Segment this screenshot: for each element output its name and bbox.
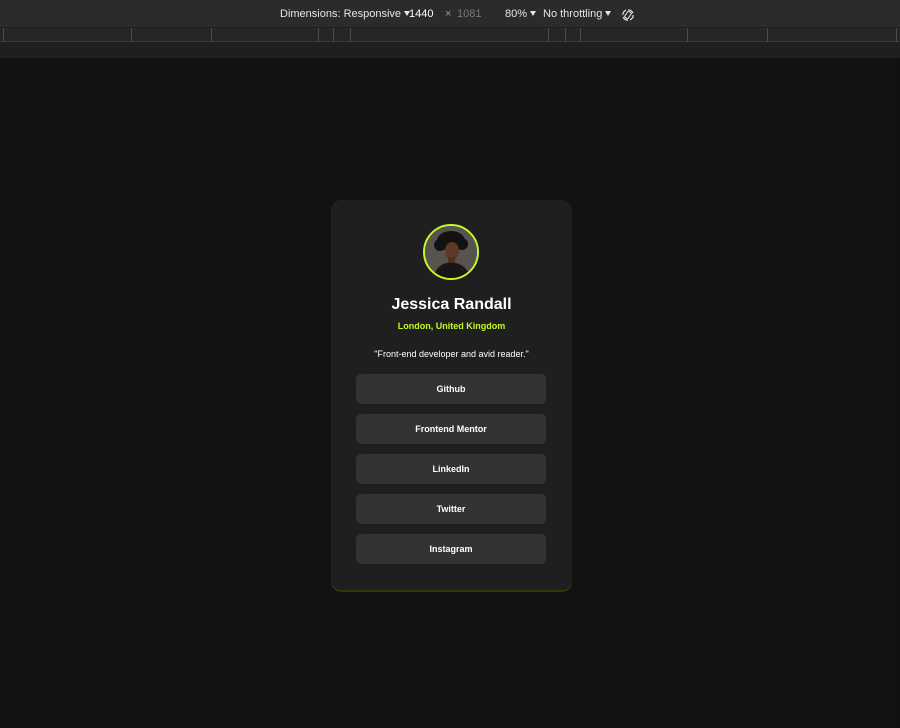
rotate-icon[interactable] (621, 8, 635, 22)
link-twitter-button[interactable]: Twitter (356, 494, 546, 524)
device-viewport: Jessica Randall London, United Kingdom "… (2, 58, 896, 728)
throttling-dropdown[interactable]: No throttling (543, 8, 612, 20)
ruler-segment[interactable] (3, 28, 4, 42)
ruler-segment[interactable] (687, 28, 688, 42)
avatar-portrait-image (425, 226, 477, 278)
ruler-segment[interactable] (350, 28, 351, 42)
ruler-segment[interactable] (318, 28, 319, 42)
dimensions-label: Dimensions: Responsive (280, 8, 402, 20)
dimension-separator: × (445, 8, 452, 20)
ruler-segment[interactable] (580, 28, 581, 42)
media-query-ruler[interactable] (0, 28, 900, 42)
link-instagram-button[interactable]: Instagram (356, 534, 546, 564)
ruler-segment[interactable] (333, 28, 334, 42)
devtools-device-toolbar: Dimensions: Responsive 1440 × 1081 80% N… (0, 0, 900, 28)
ruler-segment[interactable] (767, 28, 768, 42)
toolbar-spacer (0, 42, 900, 58)
chevron-down-icon (530, 11, 537, 16)
link-github-button[interactable]: Github (356, 374, 546, 404)
ruler-segment[interactable] (131, 28, 132, 42)
chevron-down-icon (605, 11, 612, 16)
zoom-label: 80% (505, 8, 528, 20)
profile-card: Jessica Randall London, United Kingdom "… (331, 200, 572, 590)
profile-name: Jessica Randall (391, 296, 512, 313)
link-frontend-mentor-button[interactable]: Frontend Mentor (356, 414, 546, 444)
profile-bio: "Front-end developer and avid reader." (374, 349, 529, 359)
social-links-list: Github Frontend Mentor LinkedIn Twitter … (356, 374, 546, 574)
height-input[interactable]: 1081 (457, 8, 481, 20)
width-input[interactable]: 1440 (409, 8, 433, 20)
link-linkedin-button[interactable]: LinkedIn (356, 454, 546, 484)
avatar (423, 224, 479, 280)
ruler-segment[interactable] (565, 28, 566, 42)
ruler-segment[interactable] (548, 28, 549, 42)
profile-location: London, United Kingdom (397, 321, 506, 331)
throttling-label: No throttling (543, 8, 603, 20)
ruler-segment[interactable] (211, 28, 212, 42)
ruler-segment[interactable] (896, 28, 897, 42)
zoom-dropdown[interactable]: 80% (505, 8, 537, 20)
dimensions-dropdown[interactable]: Dimensions: Responsive (280, 8, 411, 20)
